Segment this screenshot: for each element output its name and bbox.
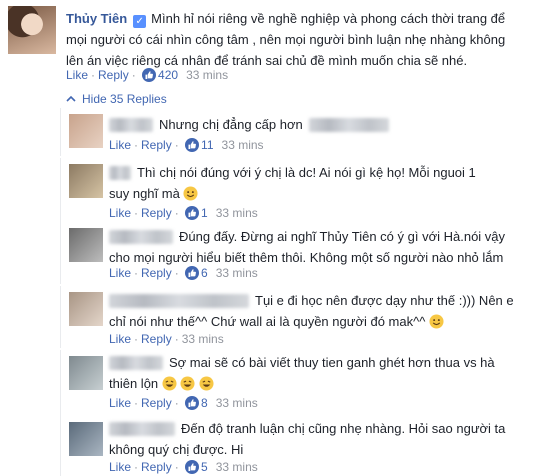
comment-line: mọi người có cái nhìn công tâm , nên mọi…: [66, 32, 506, 47]
thumbs-up-icon[interactable]: [185, 206, 200, 220]
like-count[interactable]: 5: [201, 460, 208, 474]
like-button[interactable]: Like: [109, 396, 131, 410]
thumbs-up-icon[interactable]: [142, 68, 157, 82]
thumbs-up-icon[interactable]: [185, 138, 200, 152]
like-count[interactable]: 1: [201, 206, 208, 220]
reply-line: Đến độ tranh luận chị cũng nhẹ nhàng. Hỏ…: [181, 421, 506, 436]
main-comment: Thủy Tiên ✓ Mình hỉ nói riêng về nghề nghi…: [0, 0, 550, 90]
reply-line: chỉ nói như thế^^ Chứ wall ai là quyền n…: [109, 314, 426, 329]
reply-line: cho mọi người hiểu biết thêm thôi. Không…: [109, 250, 504, 265]
timestamp[interactable]: 33 mins: [216, 206, 258, 220]
reply-button[interactable]: Reply: [141, 266, 172, 280]
reply-author-redacted[interactable]: [109, 356, 163, 370]
laughing-emoji-icon: [199, 376, 214, 391]
reply-avatar[interactable]: [69, 228, 103, 262]
reply-button[interactable]: Reply: [141, 138, 172, 152]
thumbs-up-icon[interactable]: [185, 460, 200, 474]
timestamp[interactable]: 33 mins: [216, 396, 258, 410]
reply-item: Thì chị nói đúng với ý chị là dc! Ai nói…: [60, 158, 550, 226]
reply-avatar[interactable]: [69, 292, 103, 326]
reply-item: Sợ mai sẽ có bài viết thuy tien ganh ghé…: [60, 350, 550, 414]
reply-item: Đúng đấy. Đừng ai nghĩ Thủy Tiên có ý gì…: [60, 222, 550, 284]
reply-button[interactable]: Reply: [141, 460, 172, 474]
reply-actions: Like · Reply · 1 33 mins: [109, 206, 258, 220]
reply-item: Đến độ tranh luận chị cũng nhẹ nhàng. Hỏ…: [60, 414, 550, 476]
reply-actions: Like · Reply · 6 33 mins: [109, 266, 258, 280]
like-count[interactable]: 11: [201, 138, 213, 152]
reply-actions: Like · Reply · 33 mins: [109, 332, 224, 346]
reply-line: Đúng đấy. Đừng ai nghĩ Thủy Tiên có ý gì…: [179, 229, 506, 244]
reply-body: Nhưng chị đẳng cấp hơn: [109, 114, 395, 135]
like-button[interactable]: Like: [109, 460, 131, 474]
reply-actions: Like · Reply · 5 33 mins: [109, 460, 258, 474]
reply-author-redacted[interactable]: [109, 294, 249, 308]
like-button[interactable]: Like: [109, 138, 131, 152]
reply-body: Sợ mai sẽ có bài viết thuy tien ganh ghé…: [109, 352, 549, 394]
author-avatar[interactable]: [8, 6, 56, 54]
reply-button[interactable]: Reply: [98, 68, 129, 82]
laughing-emoji-icon: [162, 376, 177, 391]
reply-avatar[interactable]: [69, 114, 103, 148]
like-button[interactable]: Like: [109, 266, 131, 280]
comment-line: lên án việc riêng cá nhân để tránh sai c…: [66, 53, 468, 68]
like-button[interactable]: Like: [109, 206, 131, 220]
reply-item: Nhưng chị đẳng cấp hơn Like · Reply · 11 33 …: [60, 108, 550, 156]
reply-body: Thì chị nói đúng với ý chị là dc! Ai nói…: [109, 162, 539, 204]
hide-replies-label: Hide 35 Replies: [82, 92, 167, 106]
reply-author-redacted[interactable]: [109, 422, 175, 436]
reply-author-redacted[interactable]: [109, 166, 131, 180]
timestamp[interactable]: 33 mins: [186, 68, 228, 82]
timestamp[interactable]: 33 mins: [222, 138, 264, 152]
reply-line: Thì chị nói đúng với ý chị là dc! Ai nói…: [137, 165, 476, 180]
reply-button[interactable]: Reply: [141, 206, 172, 220]
timestamp[interactable]: 33 mins: [216, 460, 258, 474]
redacted-text: [308, 118, 389, 132]
reply-avatar[interactable]: [69, 164, 103, 198]
reply-body: Đến độ tranh luận chị cũng nhẹ nhàng. Hỏ…: [109, 418, 549, 460]
reply-item: Tụi e đi học nên được dạy như thế :))) N…: [60, 286, 550, 348]
like-count[interactable]: 8: [201, 396, 208, 410]
comment-body: Thủy Tiên ✓ Mình hỉ nói riêng về nghề nghi…: [66, 8, 536, 71]
timestamp[interactable]: 33 mins: [182, 332, 224, 346]
reply-line: suy nghĩ mà: [109, 186, 180, 201]
like-button[interactable]: Like: [109, 332, 131, 346]
timestamp[interactable]: 33 mins: [216, 266, 258, 280]
reply-author-redacted[interactable]: [109, 118, 153, 132]
laughing-emoji-icon: [180, 376, 195, 391]
reply-line: Sợ mai sẽ có bài viết thuy tien ganh ghé…: [169, 355, 495, 370]
reply-author-redacted[interactable]: [109, 230, 173, 244]
thumbs-up-icon[interactable]: [185, 396, 200, 410]
smiley-emoji-icon: [429, 314, 444, 329]
like-count[interactable]: 420: [158, 68, 178, 82]
reply-avatar[interactable]: [69, 422, 103, 456]
comment-author[interactable]: Thủy Tiên: [66, 11, 127, 26]
reply-body: Đúng đấy. Đừng ai nghĩ Thủy Tiên có ý gì…: [109, 226, 549, 268]
reply-button[interactable]: Reply: [141, 396, 172, 410]
reply-line: không quý chị được. Hi: [109, 442, 244, 457]
chevron-up-icon: [66, 95, 76, 102]
comment-actions: Like · Reply · 420 33 mins: [66, 68, 229, 82]
reply-line: thiên lộn: [109, 376, 159, 391]
reply-line: Tụi e đi học nên được dạy như thế :))) N…: [255, 293, 514, 308]
reply-actions: Like · Reply · 8 33 mins: [109, 396, 258, 410]
comment-line: Mình hỉ nói riêng về nghề nghiệp và phon…: [151, 11, 506, 26]
verified-badge-icon: ✓: [133, 15, 147, 28]
reply-button[interactable]: Reply: [141, 332, 172, 346]
reply-avatar[interactable]: [69, 356, 103, 390]
smiley-emoji-icon: [183, 186, 198, 201]
hide-replies-toggle[interactable]: Hide 35 Replies: [66, 92, 167, 106]
thumbs-up-icon[interactable]: [185, 266, 200, 280]
like-button[interactable]: Like: [66, 68, 88, 82]
reply-body: Tụi e đi học nên được dạy như thế :))) N…: [109, 290, 549, 332]
reply-line: Nhưng chị đẳng cấp hơn: [159, 117, 303, 132]
like-count[interactable]: 6: [201, 266, 208, 280]
reply-actions: Like · Reply · 11 33 mins: [109, 138, 264, 152]
